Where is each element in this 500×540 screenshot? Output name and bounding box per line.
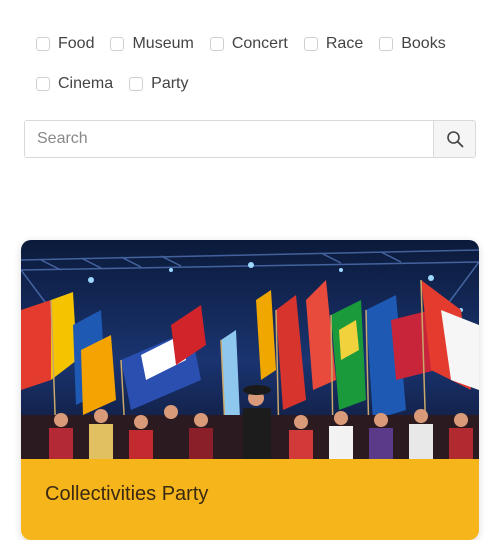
search-icon: [446, 131, 463, 148]
search-bar: [24, 120, 476, 158]
category-filters: Food Museum Concert Race Books Cinema Pa…: [36, 30, 476, 110]
search-input[interactable]: [25, 121, 433, 157]
cinema-checkbox[interactable]: [36, 77, 50, 91]
filter-food[interactable]: Food: [36, 35, 94, 53]
filter-label: Concert: [231, 35, 288, 52]
food-checkbox[interactable]: [36, 37, 50, 51]
card-title[interactable]: Collectivities Party: [45, 483, 208, 506]
filter-race[interactable]: Race: [303, 35, 364, 53]
filter-books[interactable]: Books: [379, 35, 446, 53]
filter-label: Party: [151, 75, 189, 92]
filter-museum[interactable]: Museum: [110, 35, 194, 53]
filter-label: Cinema: [58, 75, 114, 92]
filter-row-1: Food Museum Concert Race Books: [36, 30, 476, 58]
filter-row-2: Cinema Party: [36, 70, 476, 98]
party-checkbox[interactable]: [129, 77, 144, 91]
museum-checkbox[interactable]: [110, 37, 125, 51]
filter-label: Race: [325, 35, 364, 52]
filter-label: Museum: [132, 35, 194, 52]
books-checkbox[interactable]: [379, 37, 394, 51]
concert-checkbox[interactable]: [209, 37, 224, 51]
search-button[interactable]: [433, 121, 475, 157]
event-photo-flags-crowd: [21, 240, 479, 459]
race-checkbox[interactable]: [303, 37, 318, 51]
filter-label: Food: [58, 35, 95, 52]
event-image[interactable]: [21, 240, 479, 459]
event-card[interactable]: Collectivities Party: [21, 240, 479, 540]
filter-party[interactable]: Party: [129, 75, 188, 93]
filter-concert[interactable]: Concert: [209, 35, 288, 53]
filter-cinema[interactable]: Cinema: [36, 75, 113, 93]
filter-label: Books: [401, 35, 446, 52]
